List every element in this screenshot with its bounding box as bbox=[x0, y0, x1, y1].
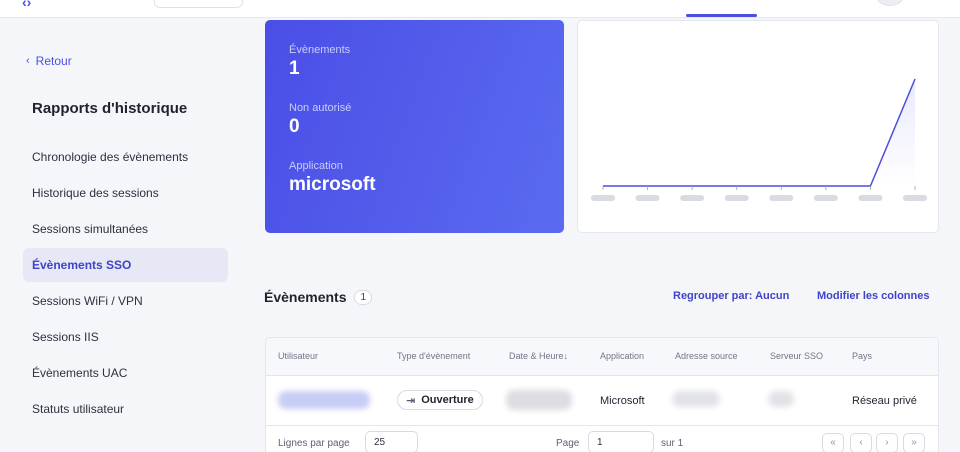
table-row[interactable]: ⇥ Ouverture Microsoft Réseau privé bbox=[266, 376, 938, 426]
sidebar-item-event-timeline[interactable]: Chronologie des évènements bbox=[23, 140, 228, 174]
events-count-badge: 1 bbox=[354, 289, 373, 305]
chart-x-tick-label-redacted bbox=[724, 195, 749, 201]
page-label: Page bbox=[556, 438, 580, 449]
app-logo-icon[interactable]: ‹› bbox=[22, 0, 31, 10]
chevron-left-icon: ‹ bbox=[26, 55, 30, 67]
column-header-date-time-label: Date & Heure bbox=[509, 351, 564, 361]
sso-server-redacted bbox=[768, 391, 794, 407]
column-header-sso-server[interactable]: Serveur SSO bbox=[770, 351, 823, 361]
next-page-button[interactable]: › bbox=[876, 433, 898, 452]
sidebar-nav: Chronologie des évènements Historique de… bbox=[23, 140, 228, 428]
sidebar-item-sso-events[interactable]: Évènements SSO bbox=[23, 248, 228, 282]
events-title: Évènements bbox=[264, 289, 347, 305]
unauthorized-stat-value: 0 bbox=[289, 116, 300, 137]
user-cell-redacted[interactable] bbox=[278, 391, 370, 409]
previous-page-button[interactable]: ‹ bbox=[850, 433, 872, 452]
date-cell-redacted bbox=[506, 390, 572, 410]
events-chart bbox=[591, 78, 927, 201]
table-pagination: Lignes par page 25 Page 1 sur 1 « ‹ › » bbox=[266, 427, 938, 452]
source-address-redacted bbox=[672, 391, 720, 407]
modify-columns-button[interactable]: Modifier les colonnes bbox=[817, 290, 929, 302]
sidebar-item-user-statuses[interactable]: Statuts utilisateur bbox=[23, 392, 228, 426]
chart-x-tick-label-redacted bbox=[813, 195, 838, 201]
top-bar: ‹› bbox=[0, 0, 960, 18]
chart-x-tick-label-redacted bbox=[635, 195, 660, 201]
column-header-source-address[interactable]: Adresse source bbox=[675, 351, 738, 361]
first-page-button[interactable]: « bbox=[822, 433, 844, 452]
chart-x-tick-label-redacted bbox=[769, 195, 794, 201]
table-header-row: Utilisateur Type d'évènement Date & Heur… bbox=[266, 338, 938, 376]
sidebar-item-iis-sessions[interactable]: Sessions IIS bbox=[23, 320, 228, 354]
search-input[interactable] bbox=[154, 0, 243, 8]
stats-card: Évènements 1 Non autorisé 0 Application … bbox=[265, 20, 564, 233]
login-icon: ⇥ bbox=[406, 394, 416, 407]
events-stat-label: Évènements bbox=[289, 44, 351, 56]
chart-x-tick-label-redacted bbox=[680, 195, 705, 201]
active-tab-indicator bbox=[686, 14, 757, 17]
events-chart-card bbox=[577, 20, 939, 233]
sidebar-item-concurrent-sessions[interactable]: Sessions simultanées bbox=[23, 212, 228, 246]
event-type-chip: ⇥ Ouverture bbox=[397, 390, 483, 410]
chart-series-line bbox=[603, 78, 916, 187]
page-total-label: sur 1 bbox=[661, 438, 684, 449]
column-header-event-type[interactable]: Type d'évènement bbox=[397, 351, 470, 361]
last-page-button[interactable]: » bbox=[903, 433, 925, 452]
events-table: Utilisateur Type d'évènement Date & Heur… bbox=[265, 337, 939, 452]
sidebar-item-session-history[interactable]: Historique des sessions bbox=[23, 176, 228, 210]
country-cell: Réseau privé bbox=[852, 395, 917, 407]
chart-area-fill bbox=[603, 79, 915, 186]
back-link[interactable]: ‹ Retour bbox=[26, 54, 72, 68]
column-header-country[interactable]: Pays bbox=[852, 351, 872, 361]
column-header-application[interactable]: Application bbox=[600, 351, 644, 361]
chart-x-tick-label-redacted bbox=[591, 195, 615, 201]
event-type-label: Ouverture bbox=[421, 394, 474, 406]
chart-x-tick-label-redacted bbox=[858, 195, 883, 201]
back-label: Retour bbox=[35, 54, 72, 68]
sort-desc-icon: ↓ bbox=[563, 351, 569, 361]
chart-x-tick-label-redacted bbox=[903, 195, 927, 201]
events-stat-value: 1 bbox=[289, 58, 300, 79]
rows-per-page-select[interactable]: 25 bbox=[365, 431, 418, 452]
events-heading: Évènements 1 bbox=[264, 289, 373, 305]
application-stat-label: Application bbox=[289, 160, 343, 172]
avatar[interactable] bbox=[876, 0, 904, 6]
page-number-input[interactable]: 1 bbox=[588, 431, 654, 452]
sidebar-item-uac-events[interactable]: Évènements UAC bbox=[23, 356, 228, 390]
group-by-button[interactable]: Regrouper par: Aucun bbox=[673, 290, 789, 302]
application-stat-value: microsoft bbox=[289, 174, 376, 195]
sidebar-item-wifi-vpn-sessions[interactable]: Sessions WiFi / VPN bbox=[23, 284, 228, 318]
application-cell: Microsoft bbox=[600, 395, 645, 407]
rows-per-page-label: Lignes par page bbox=[278, 438, 350, 449]
sidebar-title: Rapports d'historique bbox=[32, 100, 188, 117]
unauthorized-stat-label: Non autorisé bbox=[289, 102, 352, 114]
column-header-date-time[interactable]: Date & Heure↓ bbox=[509, 351, 568, 361]
column-header-user[interactable]: Utilisateur bbox=[278, 351, 318, 361]
